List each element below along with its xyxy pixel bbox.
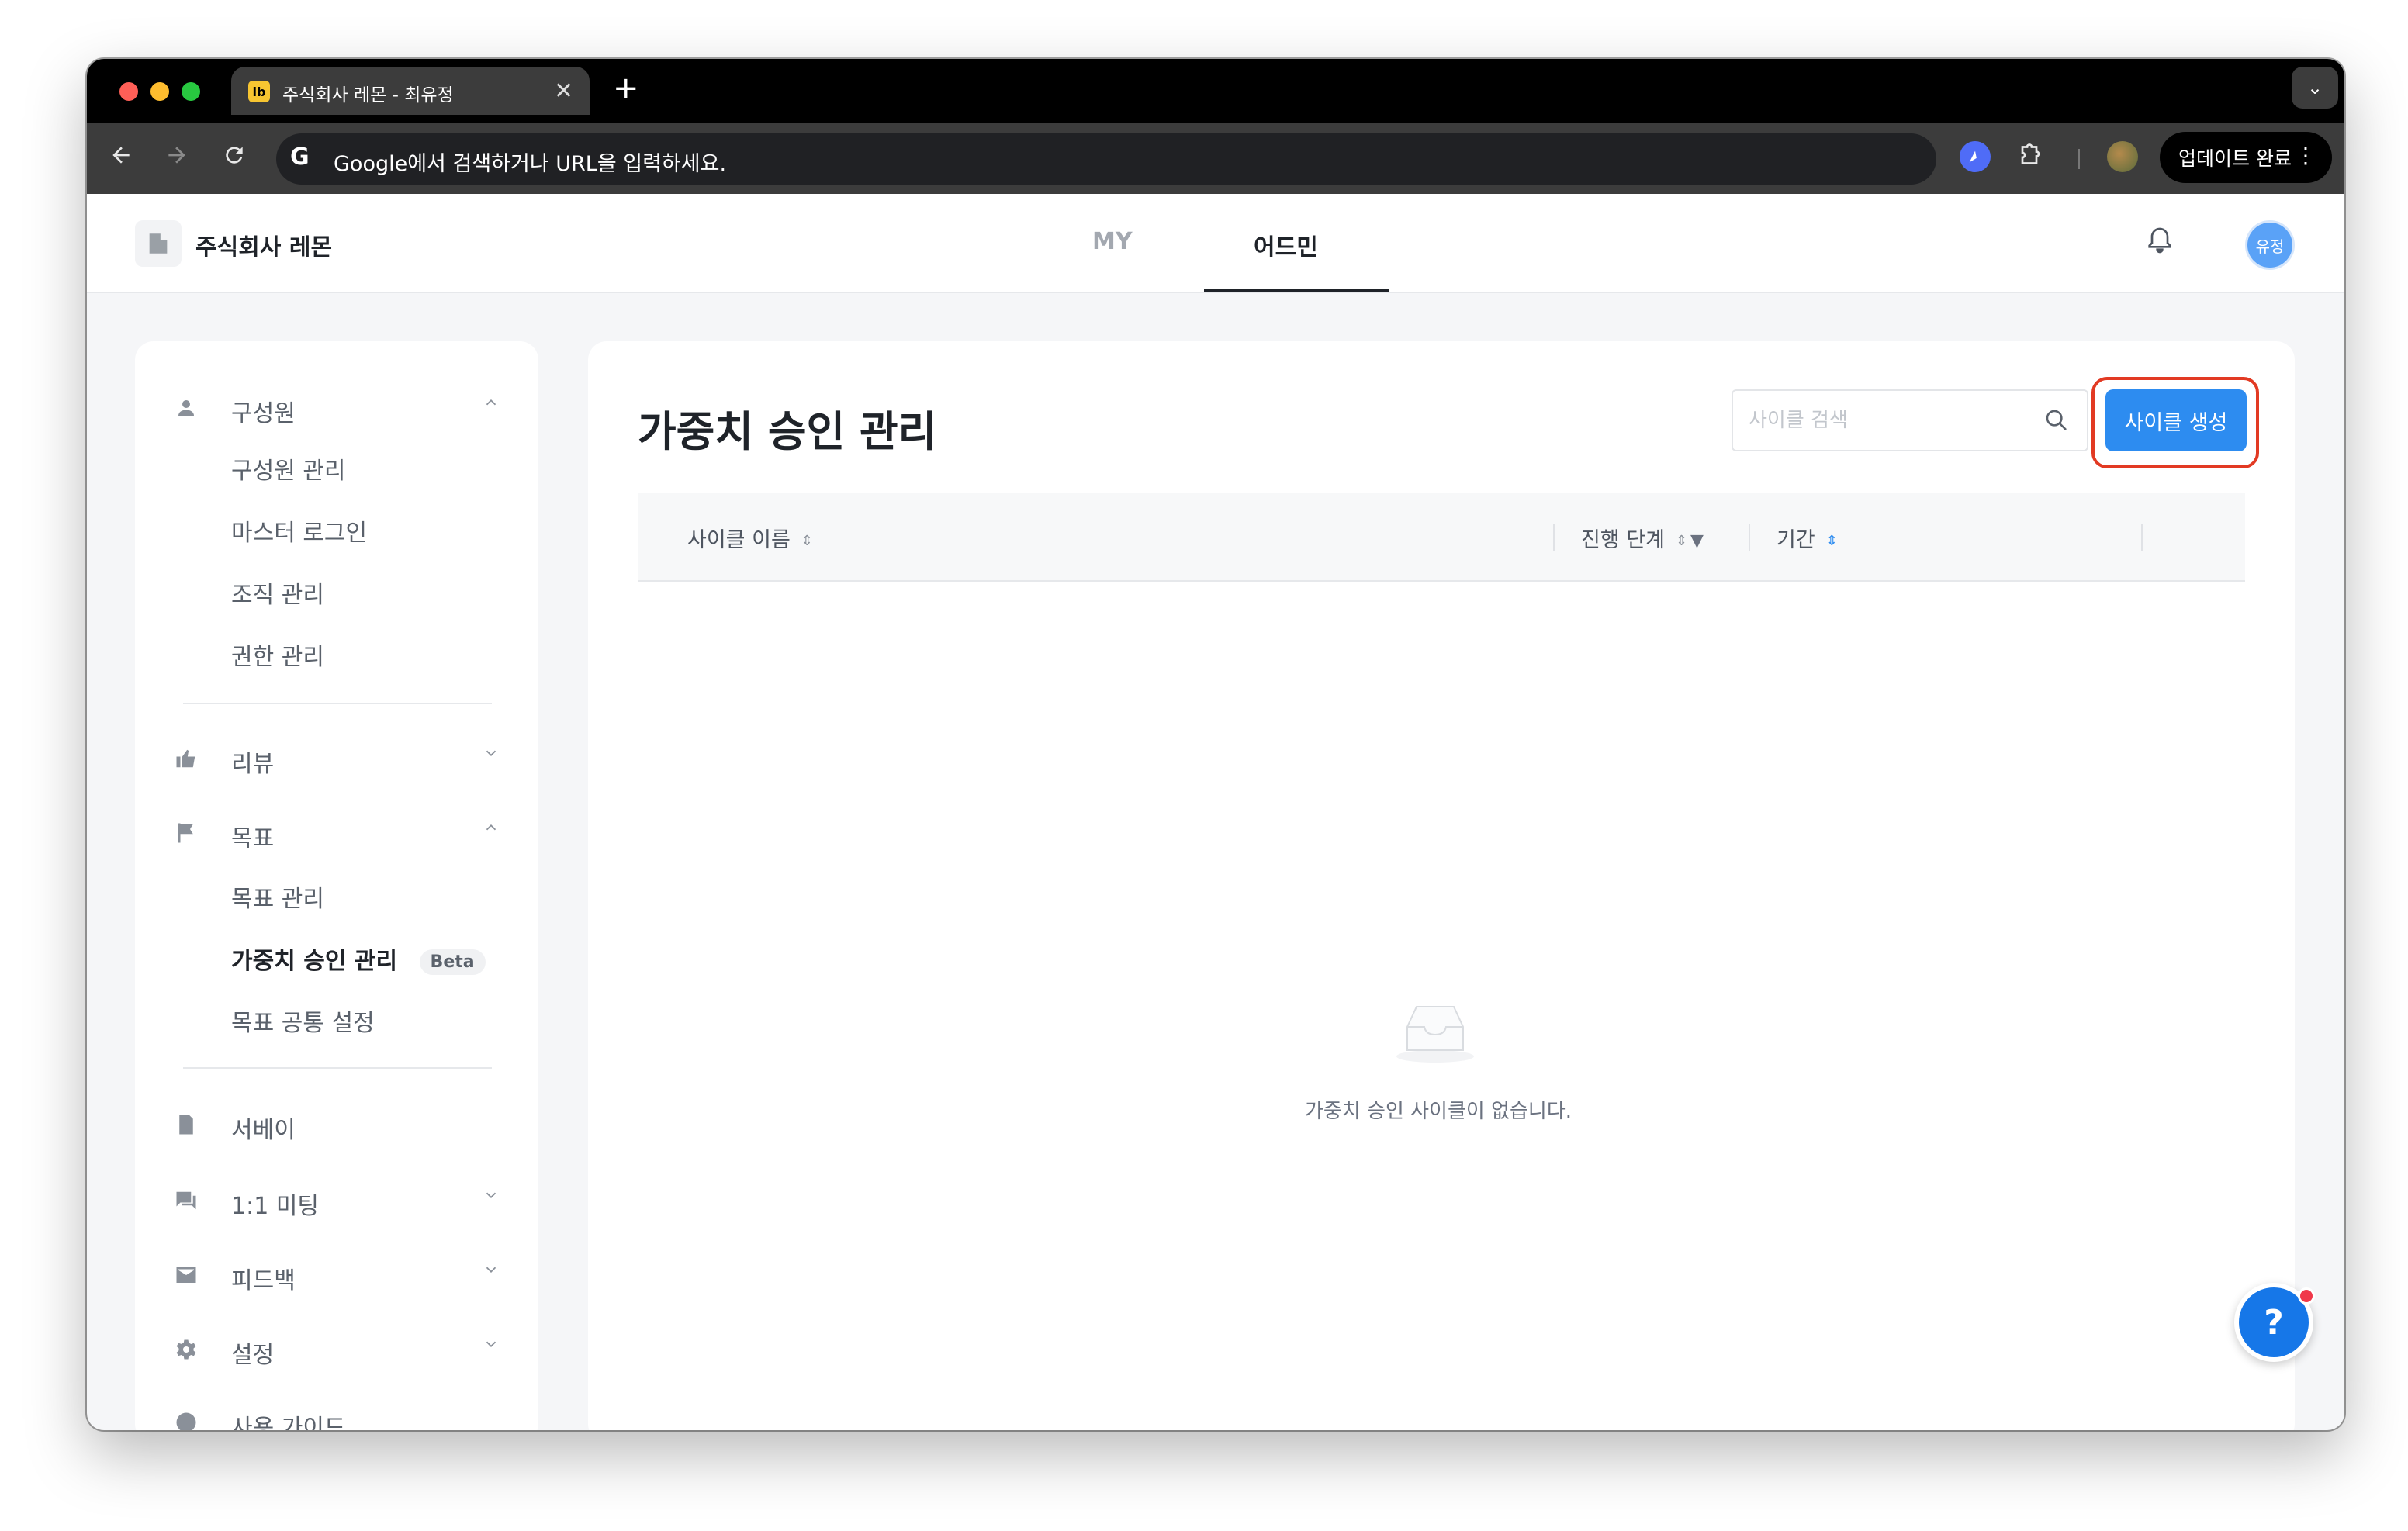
chevron-down-icon: [483, 745, 500, 766]
profile-avatar[interactable]: [2107, 141, 2138, 172]
sidebar-group-1on1[interactable]: 1:1 미팅: [135, 1176, 538, 1222]
sidebar-group-guide[interactable]: 사용 가이드: [135, 1398, 538, 1430]
cycle-search-input[interactable]: [1749, 405, 2012, 436]
sidebar-group-goals[interactable]: 목표: [135, 808, 538, 855]
address-bar-placeholder: Google에서 검색하거나 URL을 입력하세요.: [334, 152, 727, 176]
more-vert-icon[interactable]: ⋮: [2295, 143, 2316, 168]
sort-icon[interactable]: ⇕: [1826, 533, 1838, 549]
chat-icon: [172, 1187, 200, 1215]
sidebar-item-permission-management[interactable]: 권한 관리: [231, 638, 324, 672]
sidebar-group-members[interactable]: 구성원: [135, 383, 538, 430]
browser-tab[interactable]: lb 주식회사 레몬 - 최유정 ✕: [231, 67, 590, 115]
column-separator: [1749, 524, 1750, 551]
notification-dot: [2298, 1287, 2315, 1305]
close-window-button[interactable]: [119, 82, 138, 101]
minimize-window-button[interactable]: [150, 82, 169, 101]
forward-arrow-icon[interactable]: [164, 143, 189, 175]
column-separator: [1553, 524, 1555, 551]
sidebar-group-label: 리뷰: [231, 751, 275, 778]
update-button[interactable]: 업데이트 완료 ⋮: [2160, 132, 2332, 183]
new-tab-icon[interactable]: +: [613, 70, 639, 107]
sidebar-group-label: 피드백: [231, 1267, 296, 1294]
search-button[interactable]: [2026, 389, 2088, 451]
column-header-period[interactable]: 기간 ⇕: [1777, 523, 1838, 553]
sidebar-item-weight-approval[interactable]: 가중치 승인 관리 Beta: [231, 942, 486, 976]
chevron-down-icon: [483, 1336, 500, 1357]
thumbs-up-icon: [172, 745, 200, 772]
column-label: 진행 단계: [1581, 528, 1665, 552]
main-panel: 가중치 승인 관리 사이클 생성 사이클 이름⇕ 진행 단계⇕▼ 기간⇕: [588, 341, 2295, 1430]
sidebar-item-goal-settings[interactable]: 목표 공통 설정: [231, 1004, 375, 1038]
google-icon: G: [290, 143, 310, 171]
browser-window: lb 주식회사 레몬 - 최유정 ✕ + ⌄ G Google에서 검색하거나 …: [87, 59, 2344, 1430]
column-separator: [2141, 524, 2143, 551]
tab-close-icon[interactable]: ✕: [554, 78, 573, 105]
user-avatar[interactable]: 유정: [2245, 220, 2295, 270]
filter-icon[interactable]: ▼: [1690, 531, 1704, 551]
sidebar-group-survey[interactable]: 서베이: [135, 1100, 538, 1146]
active-tab-indicator: [1204, 289, 1389, 292]
update-button-label: 업데이트 완료: [2178, 147, 2292, 170]
sidebar-group-label: 설정: [231, 1342, 275, 1369]
help-circle-icon: [172, 1408, 200, 1430]
maximize-window-button[interactable]: [182, 82, 200, 101]
sidebar-item-org-management[interactable]: 조직 관리: [231, 575, 324, 610]
bell-icon[interactable]: [2144, 225, 2181, 262]
beta-badge: Beta: [419, 949, 486, 975]
sidebar-group-review[interactable]: 리뷰: [135, 734, 538, 780]
toolbar-divider: [2078, 149, 2080, 169]
tab-search-icon[interactable]: ⌄: [2292, 67, 2338, 109]
column-label: 사이클 이름: [687, 528, 791, 552]
sidebar-item-goal-management[interactable]: 목표 관리: [231, 880, 324, 914]
app-header: 주식회사 레몬 MY 어드민 유정: [87, 194, 2344, 293]
sort-icon[interactable]: ⇕: [801, 533, 813, 549]
cycle-search-field[interactable]: [1732, 389, 2028, 451]
browser-tab-strip: lb 주식회사 레몬 - 최유정 ✕ + ⌄: [87, 59, 2344, 123]
sidebar-group-label: 1:1 미팅: [231, 1193, 320, 1220]
sidebar-divider: [183, 1067, 492, 1069]
sidebar-divider: [183, 703, 492, 704]
perplexity-icon[interactable]: [1960, 141, 1991, 172]
sidebar-group-feedback[interactable]: 피드백: [135, 1250, 538, 1297]
empty-message: 가중치 승인 사이클이 없습니다.: [1305, 1100, 1572, 1123]
flag-icon: [172, 819, 200, 847]
sidebar: 구성원 구성원 관리 마스터 로그인 조직 관리 권한 관리 리뷰 목표 목표 …: [135, 341, 538, 1430]
sidebar-item-master-login[interactable]: 마스터 로그인: [231, 513, 367, 548]
column-label: 기간: [1777, 528, 1815, 552]
sidebar-item-label: 가중치 승인 관리: [231, 948, 398, 975]
create-cycle-button[interactable]: 사이클 생성: [2105, 389, 2247, 451]
sidebar-group-settings[interactable]: 설정: [135, 1325, 538, 1371]
gear-icon: [172, 1336, 200, 1363]
sidebar-item-member-management[interactable]: 구성원 관리: [231, 451, 346, 486]
document-icon: [172, 1111, 200, 1139]
column-header-stage[interactable]: 진행 단계 ⇕ ▼: [1581, 523, 1704, 553]
person-icon: [172, 394, 200, 422]
building-icon: [135, 220, 182, 267]
address-bar[interactable]: G Google에서 검색하거나 URL을 입력하세요.: [276, 133, 1936, 185]
column-header-cycle-name[interactable]: 사이클 이름 ⇕: [687, 523, 813, 553]
back-arrow-icon[interactable]: [109, 143, 133, 175]
tab-title: 주식회사 레몬 - 최유정: [282, 85, 454, 105]
table-header: 사이클 이름 ⇕ 진행 단계 ⇕ ▼ 기간 ⇕: [638, 493, 2245, 582]
empty-inbox-icon: [1395, 999, 1476, 1064]
chevron-up-icon: [483, 819, 500, 841]
sidebar-group-label: 목표: [231, 825, 275, 852]
browser-toolbar: G Google에서 검색하거나 URL을 입력하세요. 업데이트 완료 ⋮: [87, 123, 2344, 194]
tab-my[interactable]: MY: [1092, 228, 1133, 255]
company-name[interactable]: 주식회사 레몬: [195, 228, 332, 262]
mail-icon: [172, 1261, 200, 1289]
tab-admin[interactable]: 어드민: [1254, 228, 1318, 262]
sidebar-group-label: 구성원: [231, 400, 296, 427]
page-title: 가중치 승인 관리: [638, 407, 937, 456]
sidebar-group-label: 서베이: [231, 1117, 296, 1144]
reload-icon[interactable]: [222, 143, 247, 175]
puzzle-icon[interactable]: [2015, 141, 2046, 172]
chevron-up-icon: [483, 394, 500, 416]
sidebar-group-label: 사용 가이드: [231, 1415, 346, 1430]
chevron-down-icon: [483, 1187, 500, 1208]
search-icon: [2046, 410, 2067, 430]
sort-icon[interactable]: ⇕: [1676, 533, 1687, 549]
chevron-down-icon: [483, 1261, 500, 1283]
favicon-icon: lb: [248, 81, 270, 102]
